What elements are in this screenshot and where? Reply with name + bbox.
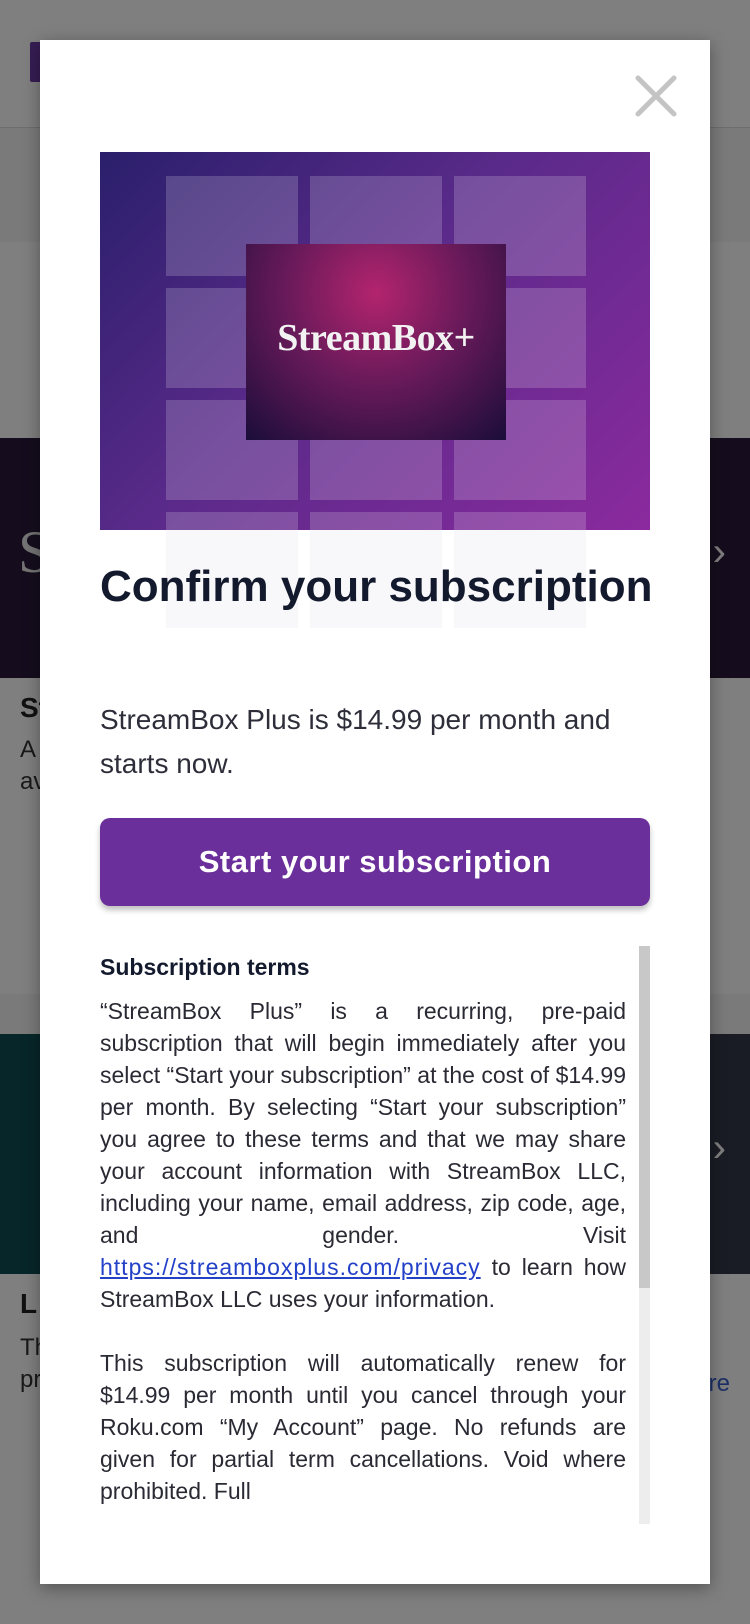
hero-tile — [454, 512, 586, 530]
terms-scrollbar[interactable] — [639, 946, 650, 1524]
streambox-logo: StreamBox+ — [246, 244, 506, 440]
hero-tile — [310, 512, 442, 530]
modal-title: Confirm your subscription — [100, 562, 653, 611]
terms-text: “StreamBox Plus” is a recurring, pre-pai… — [100, 998, 626, 1248]
streambox-logo-text: StreamBox+ — [277, 317, 475, 359]
hero-image: StreamBox+ — [100, 152, 650, 530]
terms-heading: Subscription terms — [100, 954, 310, 980]
subscription-terms-scroll[interactable]: Subscription terms “StreamBox Plus” is a… — [100, 946, 650, 1524]
privacy-link[interactable]: https://streamboxplus.com/privacy — [100, 1254, 481, 1280]
modal-subtitle: StreamBox Plus is $14.99 per month and s… — [100, 704, 611, 779]
terms-fade — [100, 1510, 640, 1526]
terms-paragraph: “StreamBox Plus” is a recurring, pre-pai… — [100, 995, 626, 1315]
subscription-modal: StreamBox+ Confirm your subscription Str… — [40, 40, 710, 1584]
close-icon — [635, 75, 677, 117]
terms-scrollbar-thumb[interactable] — [639, 946, 650, 1288]
hero-tile — [166, 512, 298, 530]
start-subscription-button[interactable]: Start your subscription — [100, 818, 650, 906]
close-button[interactable] — [634, 74, 678, 118]
terms-paragraph: This subscription will automatically ren… — [100, 1350, 626, 1504]
